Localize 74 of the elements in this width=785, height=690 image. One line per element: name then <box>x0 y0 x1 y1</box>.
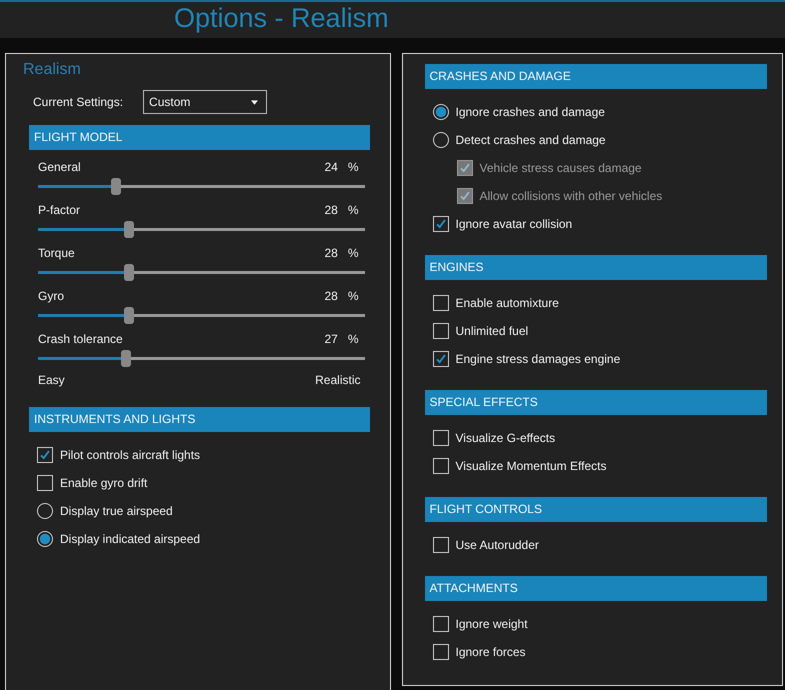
checkbox[interactable] <box>432 351 448 367</box>
scale-label: Realistic <box>315 373 360 387</box>
unit-label: % <box>348 331 358 347</box>
section-header: ENGINES <box>424 255 767 280</box>
checkbox[interactable] <box>432 537 448 553</box>
radio-button[interactable] <box>432 132 448 148</box>
check-icon <box>434 352 448 366</box>
section-header: SPECIAL EFFECTS <box>424 390 767 415</box>
slider-label: P-factor <box>38 202 80 218</box>
option-label: Allow collisions with other vehicles <box>480 189 662 203</box>
check-icon <box>38 448 52 462</box>
checkbox[interactable] <box>432 616 448 632</box>
slider-value: 28 <box>324 288 338 304</box>
window-title: Options - Realism <box>174 2 389 34</box>
option-label: Visualize Momentum Effects <box>456 459 606 473</box>
slider-thumb[interactable] <box>124 307 134 324</box>
option-label: Unlimited fuel <box>456 324 528 338</box>
option-label: Vehicle stress causes damage <box>480 161 642 175</box>
option-label: Ignore forces <box>456 645 526 659</box>
slider-thumb[interactable] <box>121 350 132 367</box>
settings-label: Current Settings: <box>33 95 124 109</box>
radio-button[interactable] <box>37 503 53 519</box>
option-label: Engine stress damages engine <box>456 352 620 366</box>
slider-value: 27 <box>324 331 338 347</box>
unit-label: % <box>348 159 358 175</box>
slider-track[interactable] <box>38 350 364 367</box>
radio-button[interactable] <box>432 104 448 120</box>
checkbox[interactable] <box>432 644 448 660</box>
settings-dropdown[interactable]: Custom <box>143 90 268 114</box>
panel-heading: Realism <box>23 61 82 79</box>
slider-label: Gyro <box>38 288 64 304</box>
slider-track[interactable] <box>38 221 364 238</box>
checkbox[interactable] <box>432 216 448 232</box>
checkbox[interactable] <box>432 323 448 339</box>
option-label: Display true airspeed <box>60 504 173 518</box>
slider-value: 28 <box>324 202 338 218</box>
option-label: Enable automixture <box>456 296 559 310</box>
section-header: CRASHES AND DAMAGE <box>424 64 767 89</box>
slider-track[interactable] <box>38 307 364 324</box>
slider-label: Torque <box>38 245 75 261</box>
caret-icon <box>251 100 258 104</box>
checkbox[interactable] <box>37 475 53 491</box>
option-label: Enable gyro drift <box>60 476 148 490</box>
slider-thumb[interactable] <box>124 264 134 281</box>
slider-track[interactable] <box>38 264 364 281</box>
checkbox[interactable] <box>432 430 448 446</box>
option-label: Display indicated airspeed <box>60 532 200 546</box>
option-label: Use Autorudder <box>456 538 539 552</box>
slider-label: General <box>38 159 81 175</box>
slider-thumb[interactable] <box>124 221 134 238</box>
slider-label: Crash tolerance <box>38 331 123 347</box>
option-label: Pilot controls aircraft lights <box>60 448 200 462</box>
option-label: Detect crashes and damage <box>456 133 606 147</box>
checkbox[interactable] <box>37 447 53 463</box>
section-header: ATTACHMENTS <box>424 576 767 601</box>
slider-track[interactable] <box>38 178 364 195</box>
slider-value: 24 <box>324 159 338 175</box>
checkbox[interactable] <box>432 458 448 474</box>
unit-label: % <box>348 202 358 218</box>
section-header: FLIGHT MODEL <box>29 125 370 150</box>
section-header: INSTRUMENTS AND LIGHTS <box>29 407 370 432</box>
radio-button[interactable] <box>37 531 53 547</box>
unit-label: % <box>348 245 358 261</box>
unit-label: % <box>348 288 358 304</box>
slider-thumb[interactable] <box>111 178 122 195</box>
check-icon <box>434 217 448 231</box>
slider-value: 28 <box>324 245 338 261</box>
option-label: Ignore weight <box>456 617 528 631</box>
section-header: FLIGHT CONTROLS <box>424 497 767 522</box>
option-label: Visualize G-effects <box>456 431 556 445</box>
option-label: Ignore avatar collision <box>456 217 572 231</box>
checkbox[interactable] <box>432 295 448 311</box>
option-label: Ignore crashes and damage <box>456 105 605 119</box>
scale-label: Easy <box>38 373 65 387</box>
